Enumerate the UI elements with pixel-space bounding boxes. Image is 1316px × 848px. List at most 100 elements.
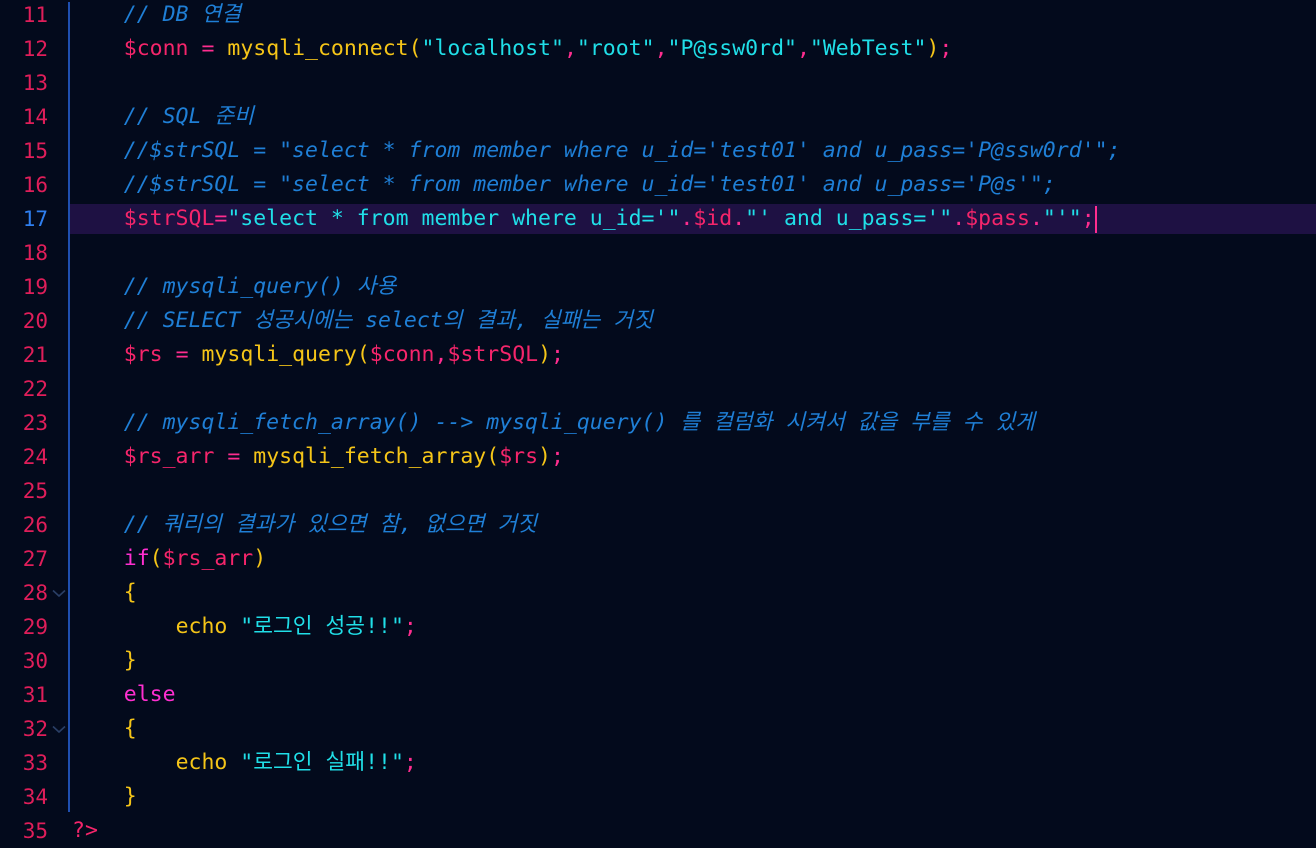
code-line[interactable]: 31 else	[0, 678, 1316, 712]
code-line[interactable]: 22	[0, 372, 1316, 406]
line-number: 13	[22, 71, 48, 95]
code-line[interactable]: 30 }	[0, 644, 1316, 678]
code-line[interactable]: 33 echo "로그인 실패!!";	[0, 746, 1316, 780]
token-cmt: // 쿼리의 결과가 있으면 참, 없으면 거짓	[123, 512, 537, 537]
token-fn: echo	[175, 614, 228, 639]
code-text[interactable]: // mysqli_query() 사용	[72, 270, 397, 304]
token-semi: ;	[403, 614, 417, 639]
code-line[interactable]: 20 // SELECT 성공시에는 select의 결과, 실패는 거짓	[0, 304, 1316, 338]
code-line[interactable]: 25	[0, 474, 1316, 508]
token-semi: ;	[403, 750, 417, 775]
code-text[interactable]: // mysqli_fetch_array() --> mysqli_query…	[72, 406, 1035, 440]
code-line[interactable]: 14 // SQL 준비	[0, 100, 1316, 134]
token-str: "' and u_pass='"	[745, 206, 953, 231]
token-op: ,	[434, 342, 448, 367]
indent-guide	[68, 2, 70, 812]
token-punc: {	[123, 580, 137, 605]
token-punc: )	[538, 444, 551, 469]
code-line[interactable]: 35 ?>	[0, 814, 1316, 848]
code-line[interactable]: 26 // 쿼리의 결과가 있으면 참, 없으면 거짓	[0, 508, 1316, 542]
code-editor[interactable]: 11 // DB 연결 12 $conn = mysqli_connect("lo…	[0, 0, 1316, 843]
token-var: $conn	[123, 36, 189, 61]
code-text[interactable]: $rs = mysqli_query($conn,$strSQL);	[72, 338, 564, 372]
code-line[interactable]: 16 //$strSQL = "select * from member whe…	[0, 168, 1316, 202]
token-op: .	[680, 206, 694, 231]
code-text[interactable]: echo "로그인 성공!!";	[72, 610, 417, 644]
code-line[interactable]: 29 echo "로그인 성공!!";	[0, 610, 1316, 644]
token-punc: }	[123, 648, 137, 673]
line-number: 35	[22, 819, 48, 843]
code-text[interactable]: echo "로그인 실패!!";	[72, 746, 417, 780]
code-text[interactable]: // SELECT 성공시에는 select의 결과, 실패는 거짓	[72, 304, 653, 338]
code-text[interactable]: else	[72, 678, 176, 712]
token-op: ,	[796, 36, 810, 61]
code-line[interactable]: 15 //$strSQL = "select * from member whe…	[0, 134, 1316, 168]
code-text[interactable]: {	[72, 576, 137, 610]
token-tag: ?>	[72, 818, 98, 843]
code-line[interactable]: 21 $rs = mysqli_query($conn,$strSQL);	[0, 338, 1316, 372]
token-op: ,	[563, 36, 577, 61]
code-line-active[interactable]: 17 $strSQL="select * from member where u…	[0, 202, 1316, 236]
code-text[interactable]: $strSQL="select * from member where u_id…	[72, 202, 1095, 236]
code-line[interactable]: 27 if($rs_arr)	[0, 542, 1316, 576]
token-cmt: // DB 연결	[123, 2, 242, 27]
code-line[interactable]: 11 // DB 연결	[0, 0, 1316, 32]
code-text[interactable]: // DB 연결	[72, 0, 241, 32]
code-text[interactable]: }	[72, 644, 137, 678]
code-text[interactable]: $rs_arr = mysqli_fetch_array($rs);	[72, 440, 564, 474]
token-op: =	[214, 206, 228, 231]
token-punc: (	[408, 36, 422, 61]
code-text[interactable]: $conn = mysqli_connect("localhost","root…	[72, 32, 953, 66]
text-cursor	[1095, 206, 1097, 233]
code-line[interactable]: 24 $rs_arr = mysqli_fetch_array($rs);	[0, 440, 1316, 474]
token-fn: mysqli_query	[201, 342, 357, 367]
token-str: "로그인 성공!!"	[240, 614, 404, 639]
line-number: 18	[22, 241, 48, 265]
code-text[interactable]: {	[72, 712, 137, 746]
token-op: .	[1029, 206, 1043, 231]
code-line[interactable]: 34 }	[0, 780, 1316, 814]
code-text[interactable]: }	[72, 780, 137, 814]
code-text[interactable]: // 쿼리의 결과가 있으면 참, 없으면 거짓	[72, 508, 537, 542]
code-text[interactable]: // SQL 준비	[72, 100, 254, 134]
token-cmt: // mysqli_query() 사용	[123, 274, 397, 299]
line-number: 14	[22, 105, 48, 129]
token-var: $rs	[123, 342, 163, 367]
token-op: .	[952, 206, 966, 231]
code-line[interactable]: 23 // mysqli_fetch_array() --> mysqli_qu…	[0, 406, 1316, 440]
code-line[interactable]: 12 $conn = mysqli_connect("localhost","r…	[0, 32, 1316, 66]
token-str: "localhost"	[421, 36, 564, 61]
code-line[interactable]: 28 {	[0, 576, 1316, 610]
line-number: 34	[22, 785, 48, 809]
code-text[interactable]: //$strSQL = "select * from member where …	[72, 168, 1056, 202]
code-text[interactable]: if($rs_arr)	[72, 542, 266, 576]
code-line[interactable]: 19 // mysqli_query() 사용	[0, 270, 1316, 304]
code-text[interactable]: //$strSQL = "select * from member where …	[72, 134, 1121, 168]
code-text[interactable]: ?>	[72, 814, 98, 848]
token-punc: }	[123, 784, 137, 809]
token-var: $rs_arr	[123, 444, 215, 469]
chevron-down-icon[interactable]	[52, 576, 66, 610]
chevron-down-icon[interactable]	[52, 712, 66, 746]
token-var: $conn	[369, 342, 435, 367]
token-var: $rs	[499, 444, 539, 469]
code-line[interactable]: 32 {	[0, 712, 1316, 746]
code-line[interactable]: 13	[0, 66, 1316, 100]
token-str: "select * from member where u_id='"	[227, 206, 681, 231]
code-line[interactable]: 18	[0, 236, 1316, 270]
token-op: =	[227, 444, 241, 469]
